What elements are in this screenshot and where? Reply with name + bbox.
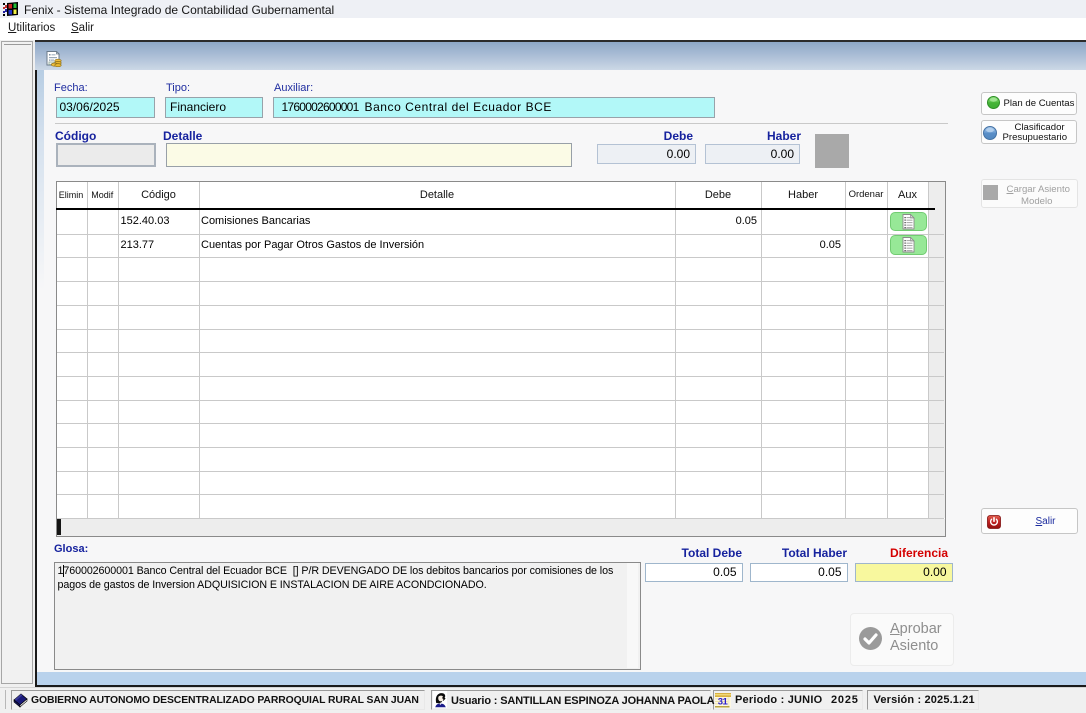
svg-text:31: 31	[717, 696, 728, 707]
